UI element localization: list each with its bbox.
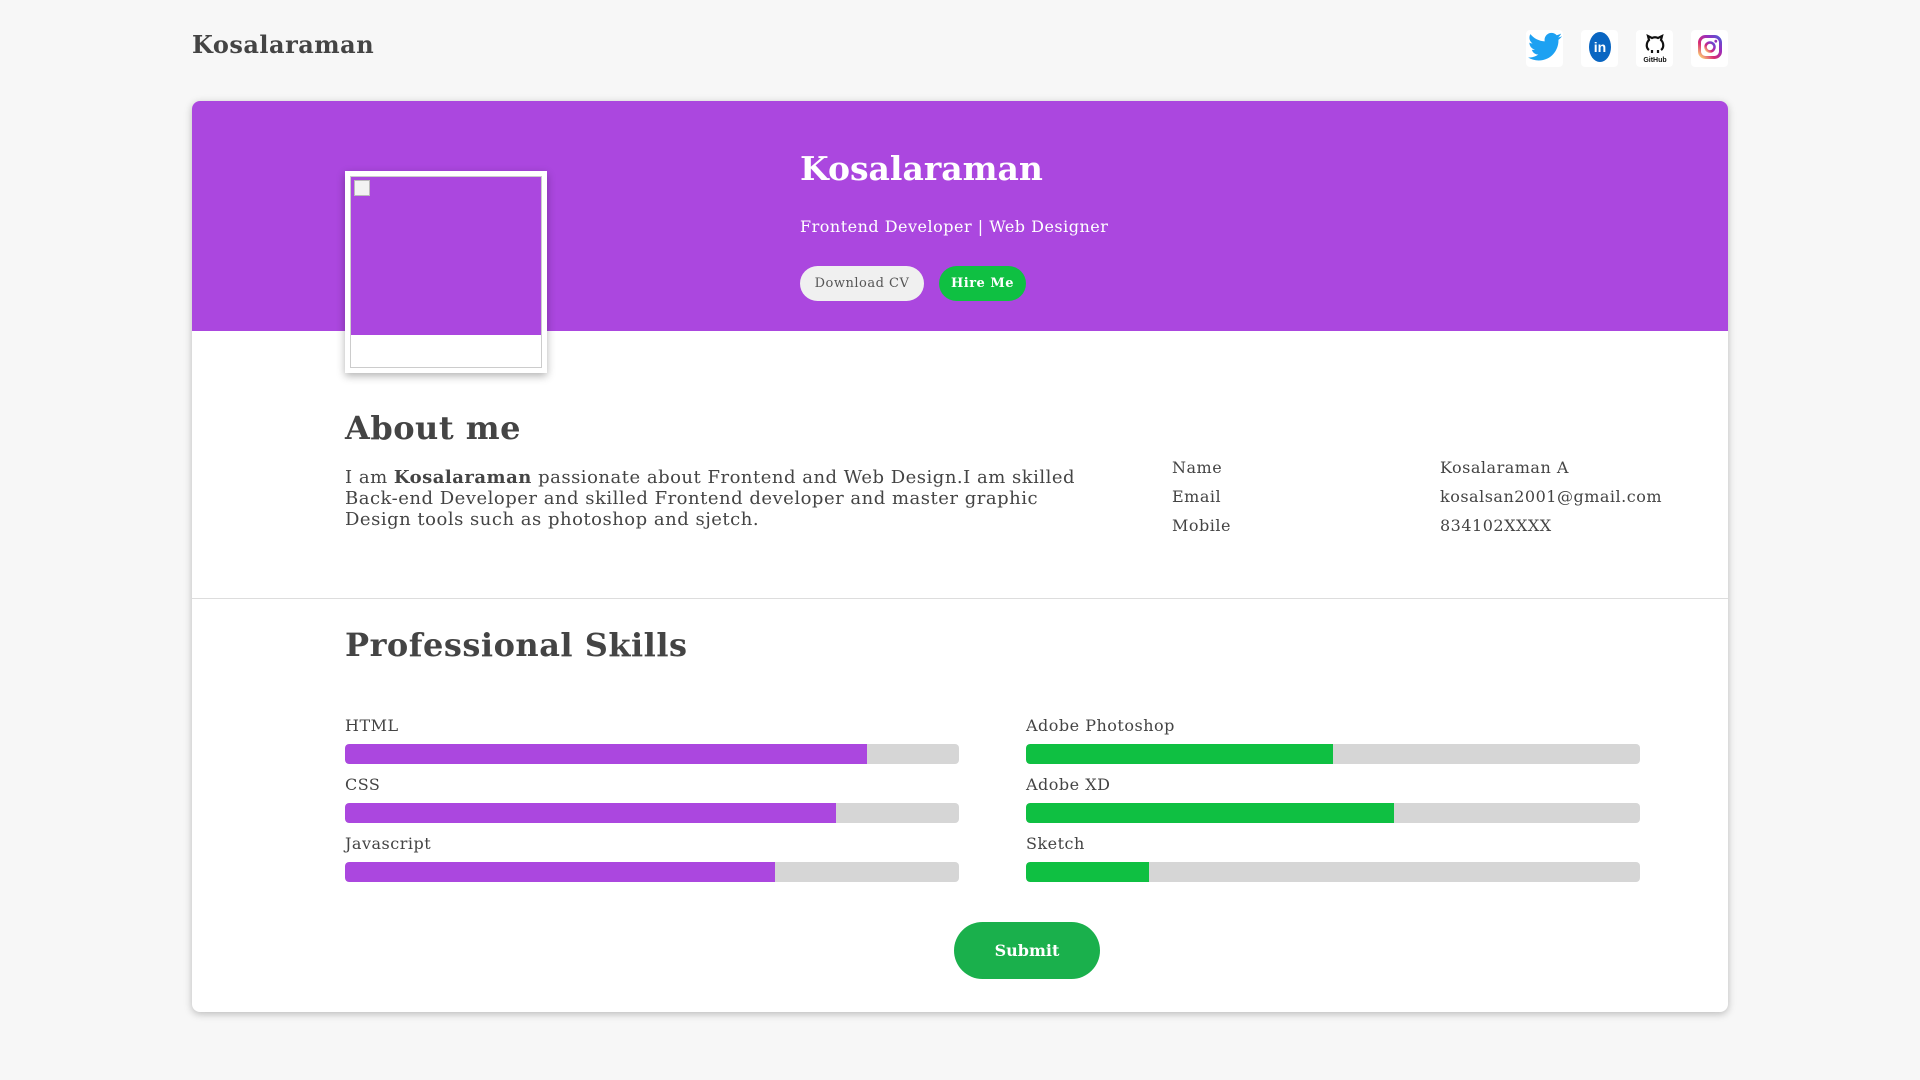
skills-column-right: Adobe Photoshop Adobe XD Sketch [1026, 713, 1640, 890]
instagram-link[interactable] [1691, 30, 1728, 67]
info-row-name: Name Kosalaraman A [1172, 458, 1652, 487]
skill-bar-track [1026, 803, 1640, 823]
profile-card: Kosalaraman Frontend Developer | Web Des… [192, 101, 1728, 1012]
github-link[interactable]: GitHub [1636, 30, 1673, 67]
skill-item: CSS [345, 772, 959, 831]
skill-bar-fill [1026, 803, 1395, 823]
skill-label: CSS [345, 775, 381, 794]
skill-label: Adobe XD [1026, 775, 1111, 794]
skill-bar-track [345, 744, 959, 764]
download-cv-button[interactable]: Download CV [800, 266, 924, 301]
skill-item: HTML [345, 713, 959, 772]
skills-column-left: HTML CSS Javascript [345, 713, 959, 890]
skill-bar-track [345, 862, 959, 882]
instagram-icon [1697, 34, 1722, 63]
hero-role: Frontend Developer | Web Designer [800, 217, 1109, 236]
hire-me-button[interactable]: Hire Me [939, 266, 1026, 301]
about-text: I am Kosalaraman passionate about Fronte… [345, 467, 1085, 530]
skills-title: Professional Skills [345, 626, 688, 664]
info-value: Kosalaraman A [1440, 458, 1569, 477]
about-text-prefix: I am [345, 467, 394, 488]
broken-image-icon [354, 180, 370, 196]
skill-label: Javascript [345, 834, 432, 853]
skill-bar-track [345, 803, 959, 823]
twitter-icon [1527, 32, 1562, 66]
skill-bar-fill [345, 744, 867, 764]
skill-bar-track [1026, 862, 1640, 882]
social-links: in GitHub [1526, 30, 1728, 67]
skill-bar-fill [1026, 744, 1333, 764]
top-bar: Kosalaraman in GitHub [192, 0, 1728, 94]
info-key: Email [1172, 487, 1222, 506]
skill-bar-track [1026, 744, 1640, 764]
info-row-email: Email kosalsan2001@gmail.com [1172, 487, 1662, 516]
profile-photo [345, 171, 547, 373]
hero-name: Kosalaraman [800, 149, 1043, 188]
github-icon-label: GitHub [1643, 57, 1666, 64]
svg-text:in: in [1593, 39, 1605, 55]
skill-item: Sketch [1026, 831, 1640, 890]
about-title: About me [345, 409, 521, 447]
info-key: Name [1172, 458, 1223, 477]
skill-label: Adobe Photoshop [1026, 716, 1175, 735]
info-key: Mobile [1172, 516, 1231, 535]
site-brand[interactable]: Kosalaraman [192, 30, 374, 59]
info-row-mobile: Mobile 834102XXXX [1172, 516, 1652, 545]
skill-label: HTML [345, 716, 399, 735]
contact-info: Name Kosalaraman A Email kosalsan2001@gm… [1172, 458, 1662, 545]
github-icon: GitHub [1642, 30, 1668, 68]
skill-label: Sketch [1026, 834, 1085, 853]
linkedin-icon: in [1588, 31, 1612, 67]
skill-bar-fill [1026, 862, 1149, 882]
twitter-link[interactable] [1526, 30, 1563, 67]
info-value: 834102XXXX [1440, 516, 1552, 535]
hero-banner: Kosalaraman Frontend Developer | Web Des… [192, 101, 1728, 373]
submit-button[interactable]: Submit [954, 922, 1100, 979]
info-value: kosalsan2001@gmail.com [1440, 487, 1663, 506]
about-text-name: Kosalaraman [393, 467, 532, 488]
skill-item: Javascript [345, 831, 959, 890]
skill-bar-fill [345, 862, 775, 882]
skill-item: Adobe XD [1026, 772, 1640, 831]
skill-bar-fill [345, 803, 837, 823]
skill-item: Adobe Photoshop [1026, 713, 1640, 772]
section-divider [192, 598, 1728, 599]
linkedin-link[interactable]: in [1581, 30, 1618, 67]
